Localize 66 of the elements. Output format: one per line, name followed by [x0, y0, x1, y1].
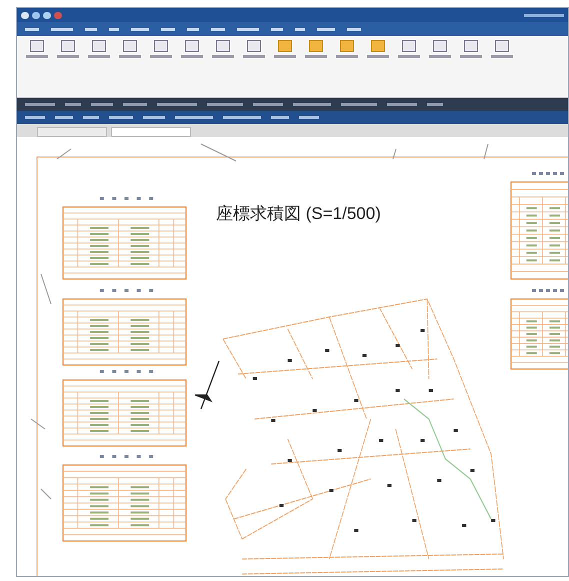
illegible-label — [237, 28, 259, 30]
illegible-label — [150, 55, 172, 58]
illegible-label — [367, 55, 389, 58]
illegible-label — [398, 55, 420, 58]
north-arrow-icon — [194, 360, 220, 410]
tool-icon[interactable] — [433, 40, 447, 52]
illegible-label — [253, 103, 283, 106]
illegible-label — [91, 103, 113, 106]
illegible-label — [223, 116, 261, 119]
illegible-label — [293, 103, 331, 106]
illegible-label — [274, 55, 296, 58]
tool-icon[interactable] — [61, 40, 75, 52]
illegible-label — [157, 103, 197, 106]
illegible-label — [212, 55, 234, 58]
illegible-label — [161, 28, 175, 30]
illegible-label — [51, 28, 73, 30]
tool-icon[interactable] — [216, 40, 230, 52]
illegible-label — [387, 103, 417, 106]
illegible-label — [305, 55, 327, 58]
illegible-label — [347, 28, 361, 30]
illegible-label — [207, 103, 243, 106]
illegible-label — [181, 55, 203, 58]
illegible-label — [271, 116, 289, 119]
tool-icon[interactable] — [247, 40, 261, 52]
illegible-label — [187, 28, 199, 30]
drawing-title: 座標求積図 (S=1/500) — [216, 203, 381, 225]
illegible-label — [88, 55, 110, 58]
close-icon[interactable] — [54, 12, 62, 18]
illegible-label — [55, 116, 73, 119]
illegible-label — [271, 28, 283, 30]
document-tab[interactable] — [111, 127, 191, 137]
illegible-label — [211, 28, 225, 30]
illegible-label — [119, 55, 141, 58]
illegible-label — [341, 103, 377, 106]
illegible-label — [65, 103, 81, 106]
tool-icon[interactable] — [123, 40, 137, 52]
illegible-label — [295, 28, 305, 30]
tool-icon[interactable] — [495, 40, 509, 52]
illegible-label — [83, 116, 99, 119]
illegible-label — [131, 28, 149, 30]
illegible-label — [524, 14, 564, 16]
illegible-label — [143, 116, 165, 119]
illegible-label — [25, 116, 45, 119]
illegible-label — [25, 28, 39, 30]
tool-icon[interactable] — [92, 40, 106, 52]
illegible-label — [491, 55, 513, 58]
illegible-label — [57, 55, 79, 58]
illegible-label — [26, 55, 48, 58]
illegible-label — [317, 28, 335, 30]
illegible-label — [85, 28, 97, 30]
illegible-label — [25, 103, 55, 106]
illegible-label — [243, 55, 265, 58]
tool-icon[interactable] — [154, 40, 168, 52]
illegible-label — [460, 55, 482, 58]
tool-icon[interactable] — [185, 40, 199, 52]
illegible-label — [109, 28, 119, 30]
illegible-label — [123, 103, 147, 106]
illegible-label — [109, 116, 133, 119]
illegible-label — [336, 55, 358, 58]
tool-icon[interactable] — [402, 40, 416, 52]
illegible-label — [427, 103, 443, 106]
illegible-label — [429, 55, 451, 58]
illegible-label — [175, 116, 213, 119]
tool-icon[interactable] — [30, 40, 44, 52]
illegible-label — [299, 116, 319, 119]
tool-icon[interactable] — [464, 40, 478, 52]
